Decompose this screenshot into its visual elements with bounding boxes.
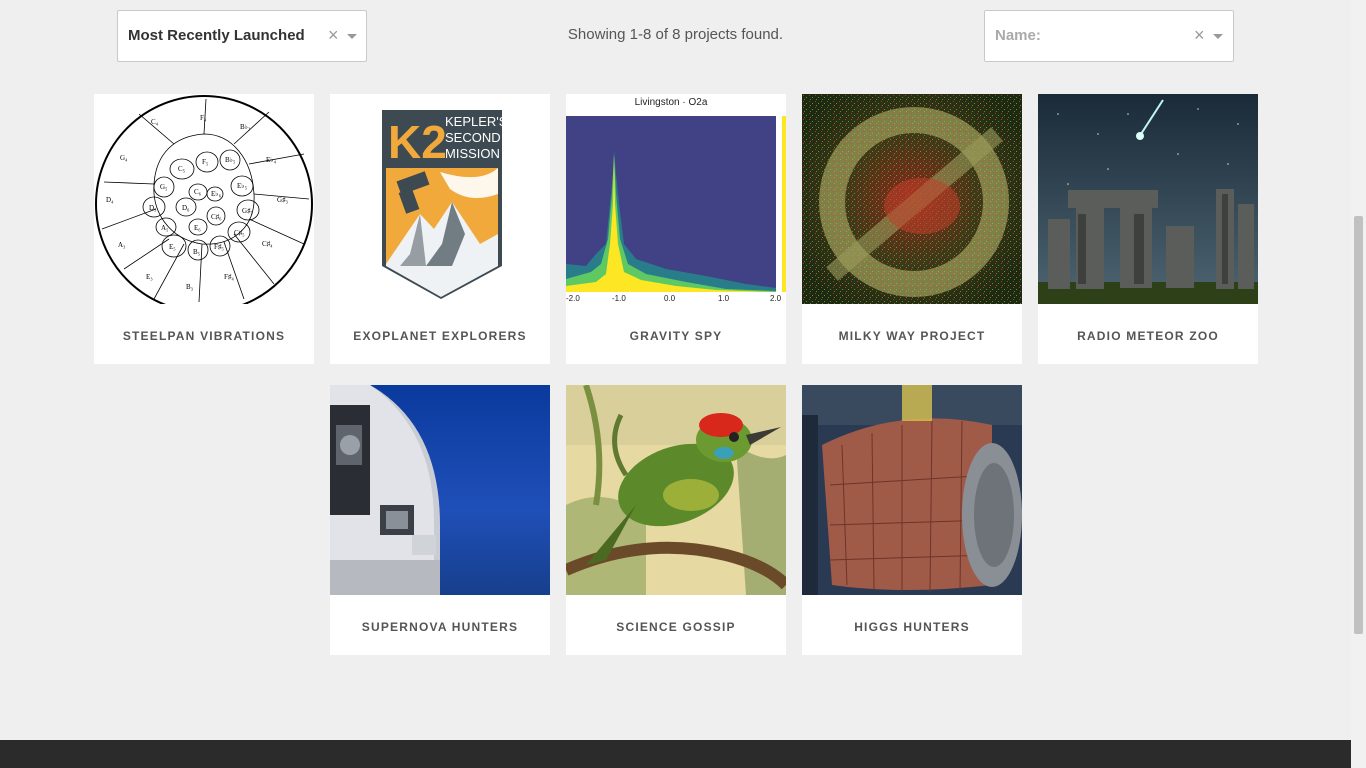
svg-text:C₅: C₅	[178, 165, 186, 173]
svg-text:D₅: D₅	[149, 204, 157, 212]
svg-text:F₅: F₅	[202, 158, 209, 166]
detector-image	[802, 385, 1022, 595]
project-card-gravity-spy[interactable]: Livingston · O2a -2.0 -1.0 0.0 1.0 2.0 G…	[566, 94, 786, 364]
project-thumbnail	[802, 94, 1022, 304]
page-footer	[0, 740, 1351, 768]
observatory-dome-image	[330, 385, 550, 595]
steelpan-diagram: C₄ F₄ B♭₃ E♭₄ G♯₃ C♯₄ F♯₄ B₃ E₃ A₃ D₄ G₄ C₅ F₅ B♭₅…	[94, 94, 314, 304]
project-title[interactable]: HIGGS HUNTERS	[802, 620, 1022, 634]
project-card-higgs-hunters[interactable]: HIGGS HUNTERS	[802, 385, 1022, 655]
spectrogram-image: Livingston · O2a -2.0 -1.0 0.0 1.0 2.0	[566, 94, 786, 304]
project-title[interactable]: GRAVITY SPY	[566, 329, 786, 343]
svg-text:E₆: E₆	[194, 224, 201, 232]
project-card-steelpan-vibrations[interactable]: C₄ F₄ B♭₃ E♭₄ G♯₃ C♯₄ F♯₄ B₃ E₃ A₃ D₄ G₄ C₅ F₅ B♭₅…	[94, 94, 314, 364]
svg-text:C♯₄: C♯₄	[262, 240, 273, 248]
svg-text:B₅: B₅	[193, 248, 201, 256]
svg-text:G♯₃: G♯₃	[277, 196, 289, 204]
tick-label: 1.0	[718, 294, 730, 303]
svg-text:F₄: F₄	[200, 114, 207, 122]
project-thumbnail	[1038, 94, 1258, 304]
page-scrollbar[interactable]	[1351, 0, 1366, 768]
tick-label: 0.0	[664, 294, 676, 303]
svg-text:F♯₄: F♯₄	[224, 273, 234, 281]
sort-select[interactable]: Most Recently Launched ×	[117, 10, 367, 62]
k2-line1: KEPLER'S	[445, 114, 508, 129]
svg-text:A₅: A₅	[161, 224, 169, 232]
project-thumbnail: K2 KEPLER'S SECOND MISSION	[330, 94, 550, 304]
project-title[interactable]: SUPERNOVA HUNTERS	[330, 620, 550, 634]
nebula-image	[802, 94, 1022, 304]
project-title[interactable]: STEELPAN VIBRATIONS	[94, 329, 314, 343]
barbet-bird-illustration	[566, 385, 786, 595]
project-thumbnail	[566, 385, 786, 595]
svg-text:C₆: C₆	[194, 188, 202, 196]
tick-label: -2.0	[566, 294, 580, 303]
svg-text:E₃: E₃	[146, 273, 153, 281]
svg-text:B₃: B₃	[186, 283, 194, 291]
tick-label: -1.0	[612, 294, 626, 303]
name-filter-placeholder: Name:	[995, 27, 1041, 44]
chevron-down-icon[interactable]	[1213, 34, 1223, 39]
svg-text:G₄: G₄	[120, 154, 128, 162]
svg-text:A₃: A₃	[118, 241, 126, 249]
project-thumbnail: Livingston · O2a -2.0 -1.0 0.0 1.0 2.0	[566, 94, 786, 304]
clear-sort-icon[interactable]: ×	[328, 25, 339, 46]
svg-text:C₄: C₄	[151, 118, 159, 126]
name-filter-select[interactable]: Name: ×	[984, 10, 1234, 62]
project-title[interactable]: MILKY WAY PROJECT	[802, 329, 1022, 343]
clear-name-icon[interactable]: ×	[1194, 25, 1205, 46]
project-card-exoplanet-explorers[interactable]: K2 KEPLER'S SECOND MISSION EXOPLANET EXP…	[330, 94, 550, 364]
svg-text:E♭₄: E♭₄	[266, 156, 277, 164]
spectrogram-title: Livingston · O2a	[635, 97, 708, 108]
scrollbar-thumb[interactable]	[1354, 216, 1363, 634]
svg-text:G♯₅: G♯₅	[242, 207, 254, 215]
svg-text:C♯₅: C♯₅	[234, 229, 245, 237]
svg-text:B♭₃: B♭₃	[240, 123, 251, 131]
project-title[interactable]: RADIO METEOR ZOO	[1038, 329, 1258, 343]
project-card-milky-way-project[interactable]: MILKY WAY PROJECT	[802, 94, 1022, 364]
svg-text:E♭₅: E♭₅	[237, 182, 248, 190]
svg-text:E♭₆: E♭₆	[211, 190, 222, 198]
svg-text:C♯₆: C♯₆	[211, 213, 222, 221]
project-card-radio-meteor-zoo[interactable]: RADIO METEOR ZOO	[1038, 94, 1258, 364]
tick-label: 2.0	[770, 294, 782, 303]
svg-text:E₅: E₅	[169, 243, 176, 251]
svg-text:B♭₅: B♭₅	[225, 156, 236, 164]
project-title[interactable]: EXOPLANET EXPLORERS	[330, 329, 550, 343]
svg-text:D₆: D₆	[182, 204, 190, 212]
project-thumbnail: C₄ F₄ B♭₃ E♭₄ G♯₃ C♯₄ F♯₄ B₃ E₃ A₃ D₄ G₄ C₅ F₅ B♭₅…	[94, 94, 314, 304]
svg-text:D₄: D₄	[106, 196, 114, 204]
svg-text:G₅: G₅	[160, 183, 168, 191]
project-card-supernova-hunters[interactable]: SUPERNOVA HUNTERS	[330, 385, 550, 655]
project-title[interactable]: SCIENCE GOSSIP	[566, 620, 786, 634]
svg-text:F♯₅: F♯₅	[214, 243, 224, 251]
k2-big-text: K2	[388, 116, 447, 168]
project-thumbnail	[330, 385, 550, 595]
project-card-science-gossip[interactable]: SCIENCE GOSSIP	[566, 385, 786, 655]
k2-line2: SECOND	[445, 130, 501, 145]
sort-select-value: Most Recently Launched	[128, 27, 305, 44]
k2-mission-badge: K2 KEPLER'S SECOND MISSION	[330, 94, 550, 304]
stonehenge-meteor-image	[1038, 94, 1258, 304]
k2-line3: MISSION	[445, 146, 500, 161]
chevron-down-icon[interactable]	[347, 34, 357, 39]
filter-bar: Most Recently Launched × Showing 1-8 of …	[0, 0, 1351, 80]
result-count: Showing 1-8 of 8 projects found.	[567, 26, 784, 43]
project-thumbnail	[802, 385, 1022, 595]
